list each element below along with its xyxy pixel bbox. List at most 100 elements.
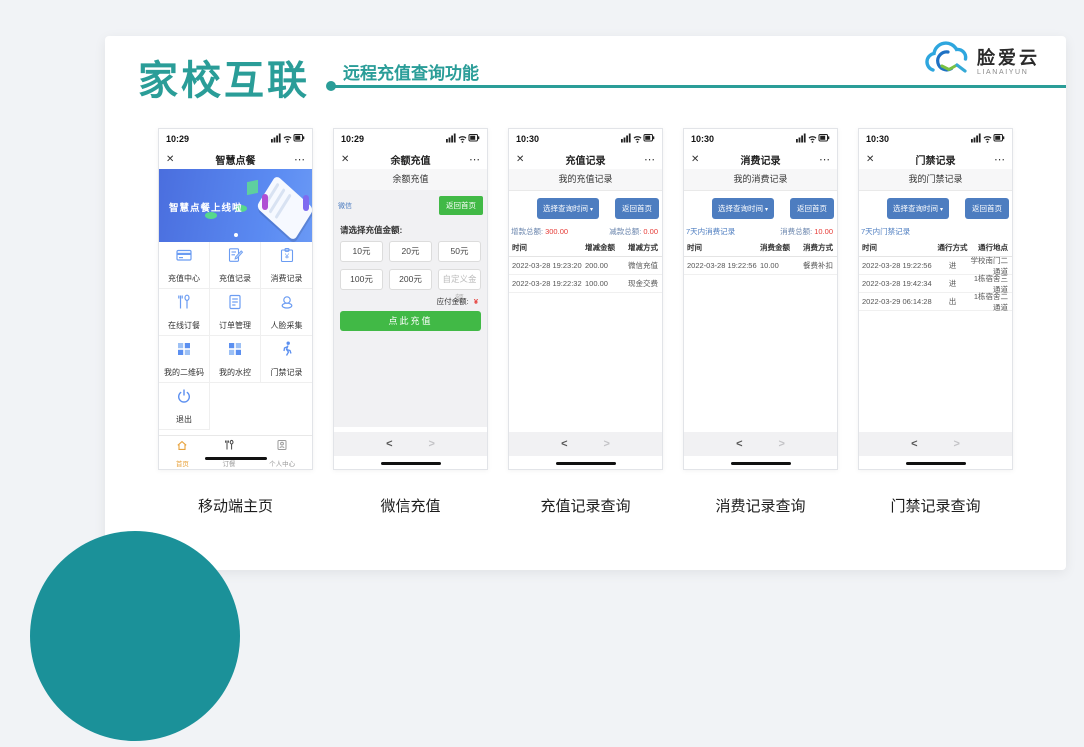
summary-row: 7天内门禁记录 [861,226,1008,237]
amount-button-50[interactable]: 50元 [438,241,481,262]
banner-person-shape [262,194,268,210]
caption-consume-query: 消费记录查询 [683,495,838,516]
status-time: 10:29 [341,134,364,144]
amount-button-20[interactable]: 20元 [389,241,432,262]
more-icon[interactable]: ⋯ [469,153,480,166]
status-time: 10:30 [866,134,889,144]
grid-item-label: 消费记录 [271,273,303,284]
back-home-button[interactable]: 返回首页 [439,196,483,215]
back-arrow[interactable]: < [911,438,917,450]
grid-item-logout[interactable]: 退出 [159,383,210,430]
browser-nav-bar: < > [334,432,487,456]
tab-home[interactable]: 首页 [176,438,189,468]
status-bar: 10:30 [859,129,1012,149]
bank-card-icon [175,246,193,269]
records-table: 时间 消费金额 消费方式 2022-03-28 19:22:56 10.00 餐… [684,239,837,275]
back-arrow[interactable]: < [386,438,392,450]
page-subtitle: 远程充值查询功能 [343,59,479,84]
phone-home-screen: 10:29 智慧点餐 ✕ ⋯ 智慧点餐上线啦 充值中心 充值记录 [158,128,313,470]
svg-text:¥: ¥ [284,252,289,261]
grid-item-label: 门禁记录 [271,367,303,378]
doc-edit-icon [226,246,244,269]
browser-nav-bar: < > [859,432,1012,456]
grid-item-label: 充值中心 [168,273,200,284]
tab-label: 个人中心 [269,458,295,468]
grid-item-access-records[interactable]: 门禁记录 [261,336,312,383]
amount-button-100[interactable]: 100元 [340,269,383,290]
back-arrow[interactable]: < [561,438,567,450]
forward-arrow[interactable]: > [779,438,785,450]
nav-bar: 余额充值 ✕ ⋯ [334,149,487,169]
choose-amount-label: 请选择充值金额: [340,224,481,236]
grid-item-my-water[interactable]: 我的水控 [210,336,261,383]
back-home-button[interactable]: 返回首页 [965,198,1009,219]
grid-item-label: 人脸采集 [271,320,303,331]
banner-text: 智慧点餐上线啦 [169,200,243,214]
more-icon[interactable]: ⋯ [994,153,1005,166]
caret-down-icon: ▾ [590,207,593,213]
cloud-logo-icon [921,40,973,85]
recharge-form: 微信 返回首页 请选择充值金额: 10元 20元 50元 100元 200元 自… [334,190,487,427]
nav-bar: 消费记录 ✕ ⋯ [684,149,837,169]
caret-down-icon: ▾ [765,207,768,213]
nav-bar: 充值记录 ✕ ⋯ [509,149,662,169]
promo-banner[interactable]: 智慧点餐上线啦 [159,169,312,242]
grid-item-my-qrcode[interactable]: 我的二维码 [159,336,210,383]
choose-time-button[interactable]: 选择查询时间▾ [887,198,949,219]
amount-button-200[interactable]: 200元 [389,269,432,290]
total-deducted-label: 减款总额: [609,227,641,236]
period-label: 7天内消费记录 [686,226,735,237]
tab-profile[interactable]: 个人中心 [269,438,295,468]
choose-time-button[interactable]: 选择查询时间▾ [712,198,774,219]
banner-person-shape [303,195,309,211]
total-consume-value: 10.00 [814,227,833,236]
amount-button-10[interactable]: 10元 [340,241,383,262]
forward-arrow[interactable]: > [429,438,435,450]
logo-subname: LIANAIYUN [977,69,1040,77]
header-divider [333,85,1066,88]
caret-down-icon: ▾ [940,207,943,213]
walking-person-icon [278,340,296,363]
status-bar: 10:30 [684,129,837,149]
status-icons [621,130,655,148]
forward-arrow[interactable]: > [604,438,610,450]
more-icon[interactable]: ⋯ [644,153,655,166]
grid-item-recharge-center[interactable]: 充值中心 [159,242,210,289]
payable-label: 应付金额: [437,297,469,306]
more-icon[interactable]: ⋯ [819,153,830,166]
recharge-button[interactable]: 点此充值 [340,311,481,331]
table-row: 2022-03-28 19:23:20 200.00 微信充值 [509,257,662,275]
custom-amount-input[interactable]: 自定义金额 [438,269,481,290]
bottom-tab-bar: 首页 订餐 个人中心 [159,435,312,469]
slide-card: 家校互联 远程充值查询功能 脸爱云 LIANAIYUN 10:29 智慧点餐 ✕… [105,36,1066,570]
more-icon[interactable]: ⋯ [294,153,305,166]
carousel-dot [234,233,238,237]
grid-item-recharge-records[interactable]: 充值记录 [210,242,261,289]
status-icons [446,130,480,148]
nav-title: 门禁记录 [859,152,1012,167]
grid-item-label: 我的水控 [219,367,251,378]
records-table: 时间 增减金额 增减方式 2022-03-28 19:23:20 200.00 … [509,239,662,293]
grid-item-order-manage[interactable]: 订单管理 [210,289,261,336]
total-consume-label: 消费总额: [780,227,812,236]
grid-item-label: 订单管理 [219,320,251,331]
filter-row: 选择查询时间▾ 返回首页 [509,198,662,220]
browser-nav-bar: < > [684,432,837,456]
cutlery-icon [175,293,193,316]
grid-item-label: 充值记录 [219,273,251,284]
payable-row: 应付金额: ¥ [343,296,478,307]
tab-order[interactable]: 订餐 [222,438,235,468]
grid-item-consume-records[interactable]: ¥ 消费记录 [261,242,312,289]
nav-bar: 门禁记录 ✕ ⋯ [859,149,1012,169]
back-arrow[interactable]: < [736,438,742,450]
yuan-symbol: ¥ [474,297,478,306]
total-deducted-value: 0.00 [643,227,658,236]
grid-item-online-order[interactable]: 在线订餐 [159,289,210,336]
brand-logo: 脸爱云 LIANAIYUN [919,40,1042,85]
forward-arrow[interactable]: > [954,438,960,450]
receipt-yuan-icon: ¥ [278,246,296,269]
back-home-button[interactable]: 返回首页 [615,198,659,219]
grid-item-face-collect[interactable]: 人脸采集 [261,289,312,336]
choose-time-button[interactable]: 选择查询时间▾ [537,198,599,219]
back-home-button[interactable]: 返回首页 [790,198,834,219]
